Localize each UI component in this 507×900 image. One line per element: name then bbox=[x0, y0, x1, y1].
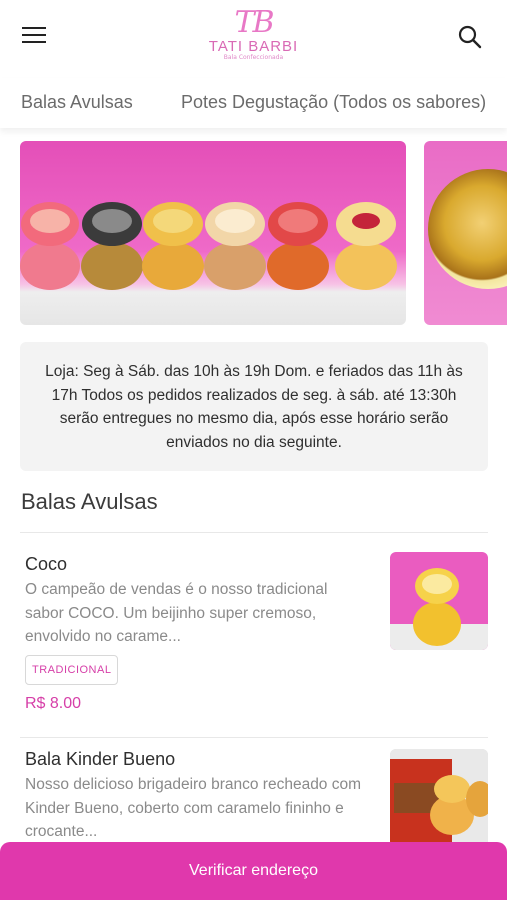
brand-logo[interactable]: TB TATI BARBI Bala Confeccionada bbox=[194, 6, 314, 68]
product-name: Coco bbox=[25, 554, 68, 574]
tab-potes-degustacao[interactable]: Potes Degustação (Todos os sabores) bbox=[181, 78, 486, 126]
search-icon[interactable] bbox=[457, 24, 483, 50]
product-name: Bala Kinder Bueno bbox=[25, 749, 176, 769]
promo-banner-next[interactable] bbox=[424, 141, 507, 325]
product-item-coco[interactable]: Coco O campeão de vendas é o nosso tradi… bbox=[20, 540, 488, 736]
product-price: R$ 8.00 bbox=[25, 695, 82, 712]
banner-image bbox=[428, 169, 507, 289]
product-badge: TRADICIONAL bbox=[25, 655, 119, 685]
check-address-button[interactable]: Verificar endereço bbox=[0, 842, 507, 900]
logo-name: TATI BARBI bbox=[208, 38, 299, 55]
product-item-kinder-bueno[interactable]: Bala Kinder Bueno Nosso delicioso brigad… bbox=[20, 737, 488, 857]
product-image bbox=[390, 552, 488, 650]
product-description: O campeão de vendas é o nosso tradiciona… bbox=[25, 581, 328, 645]
store-hours-notice: Loja: Seg à Sáb. das 10h às 19h Dom. e f… bbox=[20, 342, 488, 471]
top-bar: TB TATI BARBI Bala Confeccionada bbox=[0, 0, 507, 78]
logo-monogram: TB bbox=[234, 5, 274, 40]
section-title: Balas Avulsas bbox=[21, 489, 158, 514]
category-tabs: Balas Avulsas Potes Degustação (Todos os… bbox=[0, 78, 507, 128]
divider bbox=[20, 532, 488, 533]
tab-balas-avulsas[interactable]: Balas Avulsas bbox=[21, 78, 133, 126]
banner-image bbox=[20, 202, 397, 290]
logo-tagline: Bala Confeccionada bbox=[223, 54, 284, 61]
product-image bbox=[390, 749, 488, 847]
product-description: Nosso delicioso brigadeiro branco rechea… bbox=[25, 776, 362, 840]
promo-banner[interactable] bbox=[20, 141, 406, 325]
hamburger-icon[interactable] bbox=[22, 27, 48, 47]
